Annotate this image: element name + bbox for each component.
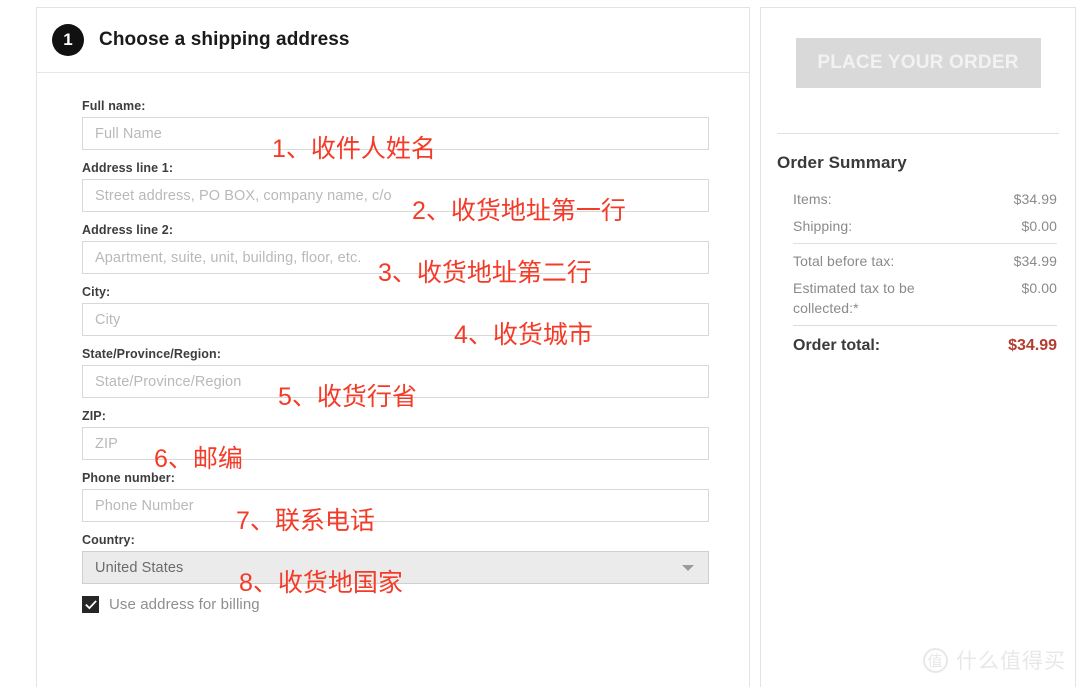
input-full-name[interactable]: Full Name	[82, 117, 709, 150]
input-zip[interactable]: ZIP	[82, 427, 709, 460]
field-row-address-line-2: Address line 2: Apartment, suite, unit, …	[82, 223, 709, 286]
billing-checkbox-label: Use address for billing	[109, 596, 260, 613]
order-total-row: Order total: $34.99	[793, 325, 1057, 355]
field-row-phone: Phone number: Phone Number 7、联系电话	[82, 471, 709, 534]
field-row-zip: ZIP: ZIP 6、邮编	[82, 409, 709, 472]
placeholder-address-line-1: Street address, PO BOX, company name, c/…	[95, 187, 392, 204]
watermark-text: 什么值得买	[956, 650, 1066, 673]
order-summary-title: Order Summary	[777, 153, 907, 172]
field-row-country: Country: United States 8、收货地国家	[82, 533, 709, 596]
summary-value-items: $34.99	[1013, 191, 1057, 207]
label-city: City:	[82, 285, 111, 299]
summary-label-total-before-tax: Total before tax:	[793, 253, 895, 269]
check-icon	[84, 599, 97, 609]
select-country-value: United States	[95, 559, 184, 576]
watermark: 值 什么值得买	[923, 645, 1066, 675]
summary-divider	[777, 133, 1059, 134]
order-total-value: $34.99	[1008, 337, 1057, 354]
billing-checkbox-row[interactable]: Use address for billing	[82, 596, 704, 613]
order-total-label: Order total:	[793, 337, 881, 354]
step-number-badge: 1	[52, 24, 84, 56]
order-summary-panel: PLACE YOUR ORDER Order Summary Items: $3…	[760, 7, 1076, 687]
input-address-line-1[interactable]: Street address, PO BOX, company name, c/…	[82, 179, 709, 212]
field-row-state: State/Province/Region: State/Province/Re…	[82, 347, 709, 410]
label-country: Country:	[82, 533, 135, 547]
placeholder-zip: ZIP	[95, 435, 118, 452]
shipping-address-panel: 1 Choose a shipping address Full name: F…	[36, 7, 750, 687]
order-summary-lines: Items: $34.99 Shipping: $0.00 Total befo…	[793, 189, 1057, 318]
summary-row-items: Items: $34.99	[793, 189, 1057, 209]
checkout-page: 1 Choose a shipping address Full name: F…	[0, 0, 1080, 687]
watermark-logo-icon: 值	[923, 647, 948, 673]
placeholder-phone: Phone Number	[95, 497, 194, 514]
label-full-name: Full name:	[82, 99, 146, 113]
page-title: Choose a shipping address	[99, 29, 350, 50]
field-row-full-name: Full name: Full Name 1、收件人姓名	[82, 99, 709, 162]
placeholder-state: State/Province/Region	[95, 373, 242, 390]
label-phone: Phone number:	[82, 471, 175, 485]
summary-value-total-before-tax: $34.99	[1013, 253, 1057, 269]
summary-label-estimated-tax: Estimated tax to be collected:*	[793, 280, 915, 316]
summary-value-estimated-tax: $0.00	[1021, 280, 1057, 296]
placeholder-address-line-2: Apartment, suite, unit, building, floor,…	[95, 249, 362, 266]
summary-label-shipping: Shipping:	[793, 218, 853, 234]
label-zip: ZIP:	[82, 409, 107, 423]
summary-label-items: Items:	[793, 191, 832, 207]
shipping-address-form: Full name: Full Name 1、收件人姓名 Address lin…	[37, 73, 749, 613]
input-city[interactable]: City	[82, 303, 709, 336]
label-address-line-1: Address line 1:	[82, 161, 174, 175]
select-country[interactable]: United States	[82, 551, 709, 584]
input-phone[interactable]: Phone Number	[82, 489, 709, 522]
placeholder-city: City	[95, 311, 121, 328]
field-row-city: City: City 4、收货城市	[82, 285, 709, 348]
label-address-line-2: Address line 2:	[82, 223, 174, 237]
panel-header: 1 Choose a shipping address	[37, 8, 749, 73]
field-row-address-line-1: Address line 1: Street address, PO BOX, …	[82, 161, 709, 224]
summary-value-shipping: $0.00	[1021, 218, 1057, 234]
place-order-button[interactable]: PLACE YOUR ORDER	[795, 38, 1041, 88]
summary-row-total-before-tax: Total before tax: $34.99	[793, 251, 1057, 271]
input-address-line-2[interactable]: Apartment, suite, unit, building, floor,…	[82, 241, 709, 274]
checkbox-use-address-for-billing[interactable]	[82, 596, 99, 613]
input-state[interactable]: State/Province/Region	[82, 365, 709, 398]
label-state: State/Province/Region:	[82, 347, 222, 361]
placeholder-full-name: Full Name	[95, 125, 162, 142]
summary-row-shipping: Shipping: $0.00	[793, 216, 1057, 244]
summary-row-estimated-tax: Estimated tax to be collected:* $0.00	[793, 278, 1057, 318]
chevron-down-icon	[682, 564, 694, 571]
